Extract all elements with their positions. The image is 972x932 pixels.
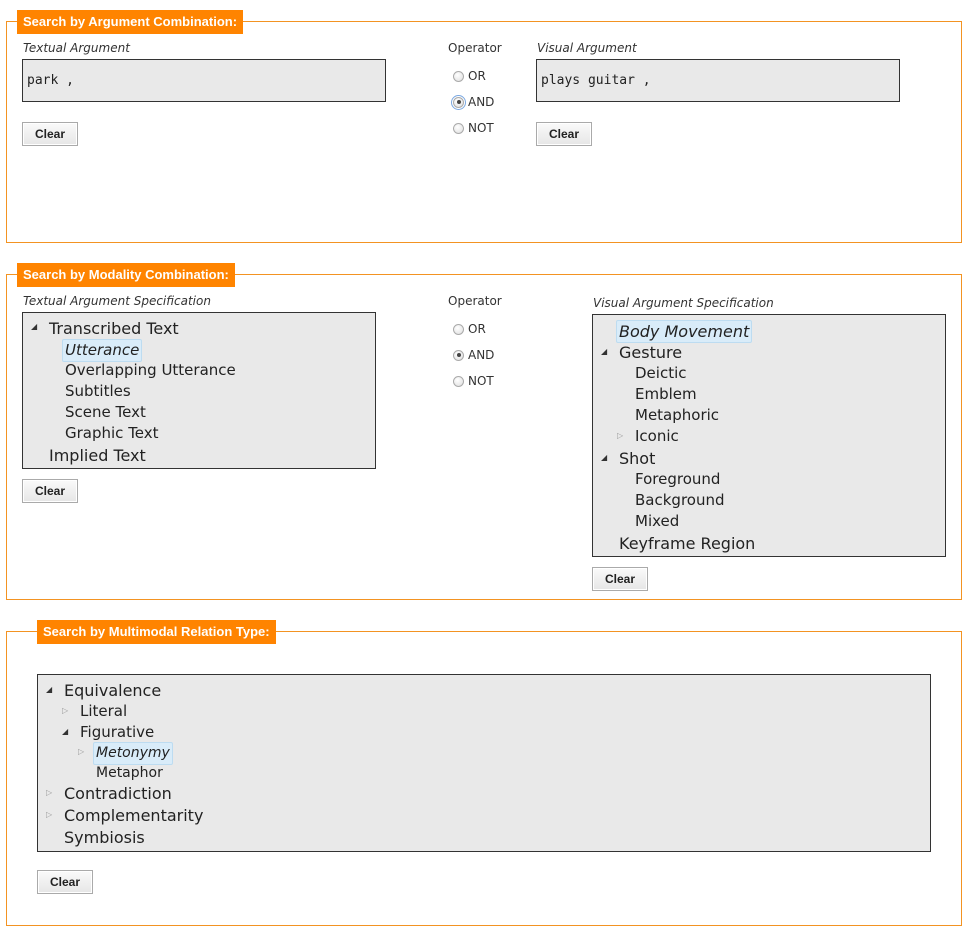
tree-node-iconic[interactable]: Iconic (635, 426, 679, 447)
tree-node-body-movement[interactable]: Body Movement (616, 320, 753, 343)
modality-operator-not-radio[interactable]: NOT (453, 374, 494, 388)
clear-textual-argument-button[interactable]: Clear (22, 122, 78, 146)
radio-circle[interactable] (451, 94, 466, 110)
modality-operator-or-radio[interactable]: OR (453, 322, 486, 336)
expanded-toggle-icon[interactable]: ◢ (31, 322, 37, 332)
tree-node-scene-text[interactable]: Scene Text (65, 402, 146, 423)
visual-argument-field[interactable]: plays guitar , (536, 59, 900, 102)
radio-label: AND (468, 95, 495, 109)
expanded-toggle-icon[interactable]: ◢ (46, 685, 52, 695)
operator-or-radio[interactable]: OR (453, 69, 486, 83)
radio-circle[interactable] (453, 323, 464, 335)
tree-node-figurative[interactable]: Figurative (80, 722, 154, 743)
collapsed-toggle-icon[interactable]: ▷ (46, 788, 52, 798)
clear-visual-spec-button[interactable]: Clear (592, 567, 648, 591)
visual-spec-tree: Body Movement ◢ Gesture Deictic Emblem M… (592, 314, 946, 557)
clear-relation-type-button[interactable]: Clear (37, 870, 93, 894)
visual-spec-label: Visual Argument Specification (593, 296, 774, 310)
modality-operator-and-radio[interactable]: AND (453, 348, 494, 362)
radio-label: NOT (468, 374, 494, 388)
tree-node-transcribed-text[interactable]: Transcribed Text (49, 318, 179, 339)
tree-node-mixed[interactable]: Mixed (635, 511, 679, 532)
collapsed-toggle-icon[interactable]: ▷ (62, 706, 68, 716)
tree-node-subtitles[interactable]: Subtitles (65, 381, 131, 402)
tree-node-utterance[interactable]: Utterance (62, 339, 143, 362)
operator-and-radio[interactable]: AND (451, 94, 495, 110)
tree-node-implied-text[interactable]: Implied Text (49, 445, 146, 466)
tree-node-gesture[interactable]: Gesture (619, 342, 682, 363)
collapsed-toggle-icon[interactable]: ▷ (78, 747, 84, 757)
tree-node-metonymy[interactable]: Metonymy (93, 742, 173, 765)
radio-circle[interactable] (453, 375, 464, 387)
expanded-toggle-icon[interactable]: ◢ (62, 727, 68, 737)
relation-type-legend: Search by Multimodal Relation Type: (37, 620, 276, 644)
relation-type-tree: ◢ Equivalence ▷ Literal ◢ Figurative ▷ M… (37, 674, 931, 852)
tree-node-symbiosis[interactable]: Symbiosis (64, 827, 145, 848)
tree-node-equivalence[interactable]: Equivalence (64, 680, 161, 701)
tree-node-metaphor[interactable]: Metaphor (96, 763, 163, 784)
tree-node-metaphoric[interactable]: Metaphoric (635, 405, 719, 426)
tree-node-graphic-text[interactable]: Graphic Text (65, 423, 159, 444)
tree-node-deictic[interactable]: Deictic (635, 363, 687, 384)
tree-node-literal[interactable]: Literal (80, 701, 127, 722)
operator-label: Operator (448, 41, 502, 55)
radio-label: OR (468, 322, 486, 336)
expanded-toggle-icon[interactable]: ◢ (601, 453, 607, 463)
tree-node-keyframe-region[interactable]: Keyframe Region (619, 533, 755, 554)
radio-label: OR (468, 69, 486, 83)
textual-argument-field[interactable]: park , (22, 59, 386, 102)
radio-label: NOT (468, 121, 494, 135)
textual-spec-tree: ◢ Transcribed Text Utterance Overlapping… (22, 312, 376, 469)
collapsed-toggle-icon[interactable]: ▷ (617, 431, 623, 441)
tree-node-emblem[interactable]: Emblem (635, 384, 697, 405)
collapsed-toggle-icon[interactable]: ▷ (46, 810, 52, 820)
tree-node-foreground[interactable]: Foreground (635, 469, 720, 490)
radio-label: AND (468, 348, 495, 362)
textual-spec-label: Textual Argument Specification (23, 294, 211, 308)
visual-argument-label: Visual Argument (537, 41, 637, 55)
tree-node-contradiction[interactable]: Contradiction (64, 783, 172, 804)
radio-circle[interactable] (453, 349, 464, 361)
tree-node-shot[interactable]: Shot (619, 448, 655, 469)
radio-circle[interactable] (453, 122, 464, 134)
operator-not-radio[interactable]: NOT (453, 121, 494, 135)
tree-node-complementarity[interactable]: Complementarity (64, 805, 203, 826)
textual-argument-label: Textual Argument (23, 41, 130, 55)
tree-node-background[interactable]: Background (635, 490, 725, 511)
tree-node-overlapping-utterance[interactable]: Overlapping Utterance (65, 360, 236, 381)
clear-visual-argument-button[interactable]: Clear (536, 122, 592, 146)
expanded-toggle-icon[interactable]: ◢ (601, 347, 607, 357)
argument-combination-legend: Search by Argument Combination: (17, 10, 244, 34)
modality-operator-label: Operator (448, 294, 502, 308)
modality-combination-legend: Search by Modality Combination: (17, 263, 235, 287)
radio-circle[interactable] (453, 70, 464, 82)
clear-textual-spec-button[interactable]: Clear (22, 479, 78, 503)
